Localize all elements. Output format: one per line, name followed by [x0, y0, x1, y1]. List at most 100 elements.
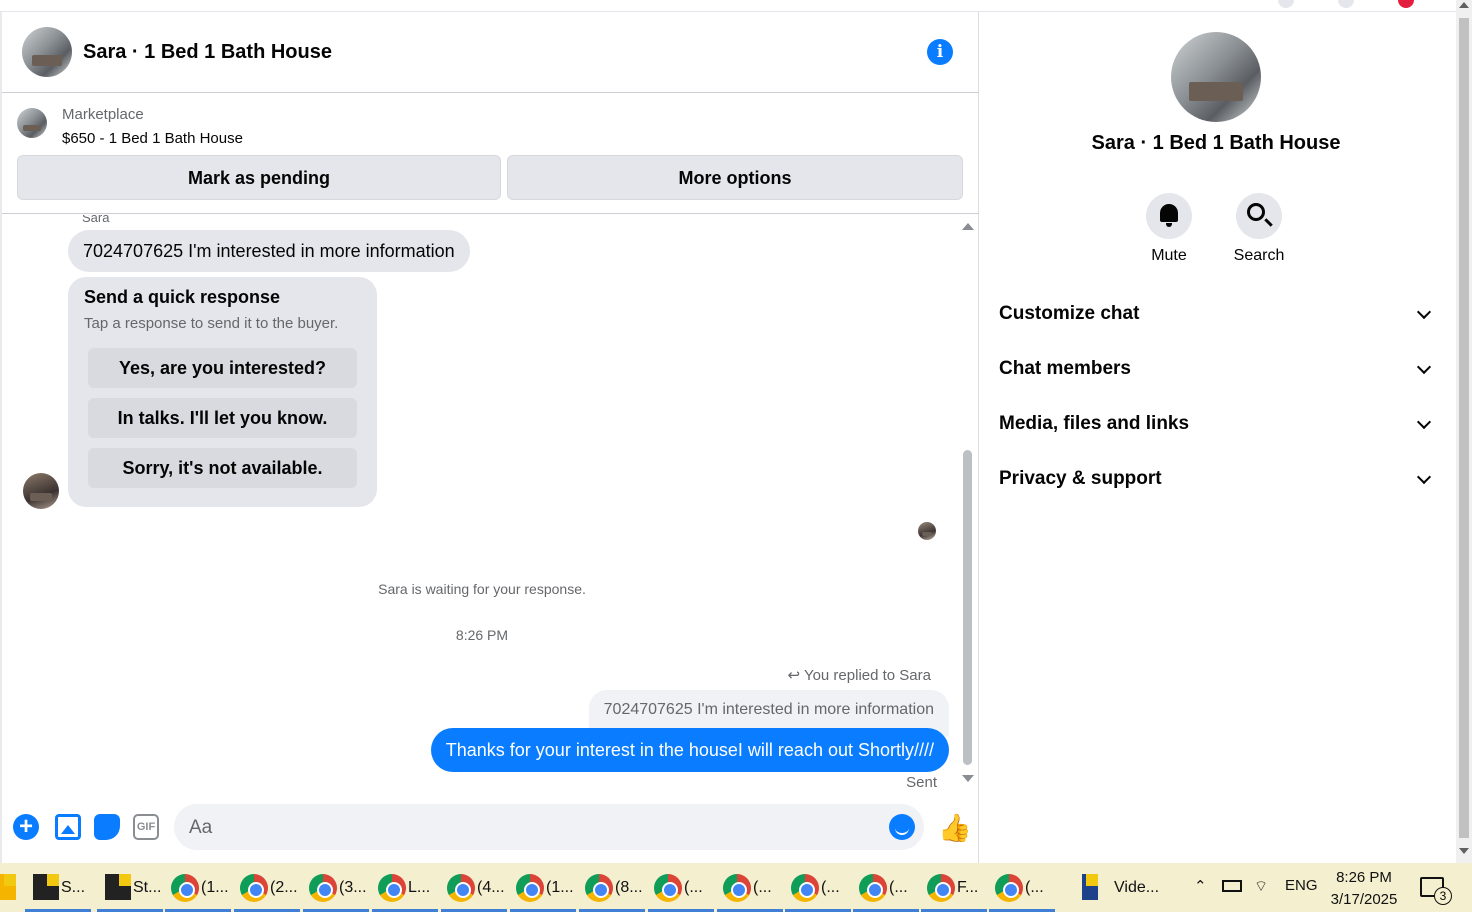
chrome-icon: [995, 874, 1023, 902]
message-input[interactable]: Aa: [174, 804, 924, 850]
taskbar-item[interactable]: F...: [921, 863, 987, 912]
quick-response-option[interactable]: Yes, are you interested?: [88, 348, 357, 388]
chat-title[interactable]: Sara · 1 Bed 1 Bath House: [83, 41, 332, 64]
panel-avatar[interactable]: [1171, 32, 1261, 122]
taskbar-item[interactable]: (3...: [303, 863, 369, 912]
taskbar-item[interactable]: (4...: [441, 863, 507, 912]
taskbar-item-label: (8...: [615, 879, 643, 896]
taskbar-item[interactable]: (1...: [510, 863, 576, 912]
notification-dot-icon[interactable]: [1398, 0, 1414, 8]
taskbar-item[interactable]: (...: [717, 863, 783, 912]
section-chat-members[interactable]: Chat members: [999, 349, 1439, 389]
seen-avatar: [918, 522, 936, 540]
taskbar-item-label: F...: [957, 879, 979, 896]
window-scrollbar-thumb[interactable]: [1459, 18, 1469, 838]
message-list[interactable]: Sara 7024707625 I'm interested in more i…: [2, 215, 979, 795]
chat-info-panel: Sara · 1 Bed 1 Bath House Mute Search Cu…: [980, 12, 1456, 863]
listing-source: Marketplace: [62, 106, 144, 123]
top-icon[interactable]: [1278, 0, 1294, 8]
message-timestamp: 8:26 PM: [455, 627, 509, 643]
like-icon[interactable]: 👍: [938, 812, 972, 844]
taskbar-item[interactable]: (...: [853, 863, 919, 912]
scroll-down-arrow-icon[interactable]: [1459, 848, 1469, 854]
search-button[interactable]: Search: [1219, 193, 1299, 265]
sticky-notes-icon: [105, 874, 131, 900]
chevron-up-icon[interactable]: ⌃: [1194, 877, 1207, 895]
taskbar-item-label: (3...: [339, 879, 367, 896]
wifi-icon[interactable]: ⌔: [1254, 877, 1268, 896]
chat-avatar[interactable]: [22, 27, 72, 77]
message-status: Sent: [906, 774, 937, 791]
gif-icon[interactable]: GIF: [133, 814, 159, 840]
buyer-avatar[interactable]: [23, 473, 59, 509]
taskbar-item[interactable]: L...: [372, 863, 438, 912]
taskbar-item[interactable]: (2...: [234, 863, 300, 912]
top-strip: [0, 0, 1456, 12]
photo-icon[interactable]: [55, 814, 81, 840]
taskbar-edge-item[interactable]: [0, 863, 16, 912]
quick-response-option[interactable]: In talks. I'll let you know.: [88, 398, 357, 438]
taskbar-item-label: Vide...: [1114, 879, 1160, 896]
listing-thumbnail[interactable]: [17, 108, 47, 138]
battery-icon[interactable]: [1222, 880, 1242, 892]
taskbar-item[interactable]: (...: [785, 863, 851, 912]
taskbar-item[interactable]: (8...: [579, 863, 645, 912]
system-clock[interactable]: 8:26 PM 3/17/2025: [1322, 867, 1406, 911]
window-scrollbar[interactable]: [1456, 0, 1472, 863]
mark-as-pending-button[interactable]: Mark as pending: [17, 155, 501, 200]
message-input-placeholder: Aa: [189, 817, 213, 838]
notification-icon[interactable]: 3: [1420, 877, 1452, 905]
incoming-message[interactable]: 7024707625 I'm interested in more inform…: [68, 230, 470, 272]
taskbar-item[interactable]: S...: [25, 863, 91, 912]
section-label: Privacy & support: [999, 468, 1162, 489]
sticker-icon[interactable]: [94, 814, 120, 840]
clock-date: 3/17/2025: [1330, 891, 1398, 908]
taskbar-item-label: (...: [684, 879, 703, 896]
emoji-icon[interactable]: [889, 814, 915, 840]
section-label: Chat members: [999, 358, 1131, 379]
taskbar-item[interactable]: (...: [989, 863, 1055, 912]
waiting-notice: Sara is waiting for your response.: [378, 581, 586, 597]
section-label: Media, files and links: [999, 413, 1190, 434]
chrome-icon: [516, 874, 544, 902]
listing-price-title[interactable]: $650 - 1 Bed 1 Bath House: [62, 130, 243, 147]
plus-icon[interactable]: +: [13, 814, 39, 840]
chrome-icon: [309, 874, 337, 902]
top-icon[interactable]: [1338, 0, 1354, 8]
quick-response-subtitle: Tap a response to send it to the buyer.: [84, 315, 339, 332]
more-options-button[interactable]: More options: [507, 155, 963, 200]
section-customize-chat[interactable]: Customize chat: [999, 294, 1439, 334]
taskbar-item[interactable]: (...: [648, 863, 714, 912]
mute-label: Mute: [1151, 247, 1187, 264]
chrome-icon: [585, 874, 613, 902]
scroll-up-arrow-icon[interactable]: [1459, 2, 1469, 8]
chat-scrollbar[interactable]: [963, 450, 972, 765]
section-media-files-links[interactable]: Media, files and links: [999, 404, 1439, 444]
info-icon[interactable]: i: [927, 39, 953, 65]
mute-button[interactable]: Mute: [1129, 193, 1209, 265]
taskbar-item-video[interactable]: Vide...: [1078, 863, 1178, 912]
chrome-icon: [654, 874, 682, 902]
taskbar-item-label: St...: [133, 879, 162, 896]
search-label: Search: [1233, 247, 1285, 264]
clock-time: 8:26 PM: [1336, 869, 1392, 886]
scroll-up-arrow-icon[interactable]: [962, 223, 974, 230]
scroll-down-arrow-icon[interactable]: [962, 775, 974, 782]
chevron-down-icon: [1416, 304, 1432, 320]
chrome-icon: [859, 874, 887, 902]
taskbar-item-label: (...: [889, 879, 908, 896]
language-indicator[interactable]: ENG: [1285, 877, 1318, 894]
panel-title: Sara · 1 Bed 1 Bath House: [1091, 132, 1341, 154]
chrome-icon: [171, 874, 199, 902]
quick-response-card: Send a quick response Tap a response to …: [68, 277, 377, 507]
section-privacy-support[interactable]: Privacy & support: [999, 459, 1439, 499]
taskbar-item-label: (4...: [477, 879, 505, 896]
chevron-down-icon: [1416, 414, 1432, 430]
taskbar-item[interactable]: (1...: [165, 863, 231, 912]
quick-response-option[interactable]: Sorry, it's not available.: [88, 448, 357, 488]
taskbar-item-label: (...: [821, 879, 840, 896]
taskbar-item-label: (1...: [546, 879, 574, 896]
taskbar-item[interactable]: St...: [97, 863, 163, 912]
reply-icon: ↩: [787, 667, 804, 684]
outgoing-message[interactable]: Thanks for your interest in the houseI w…: [430, 728, 949, 772]
